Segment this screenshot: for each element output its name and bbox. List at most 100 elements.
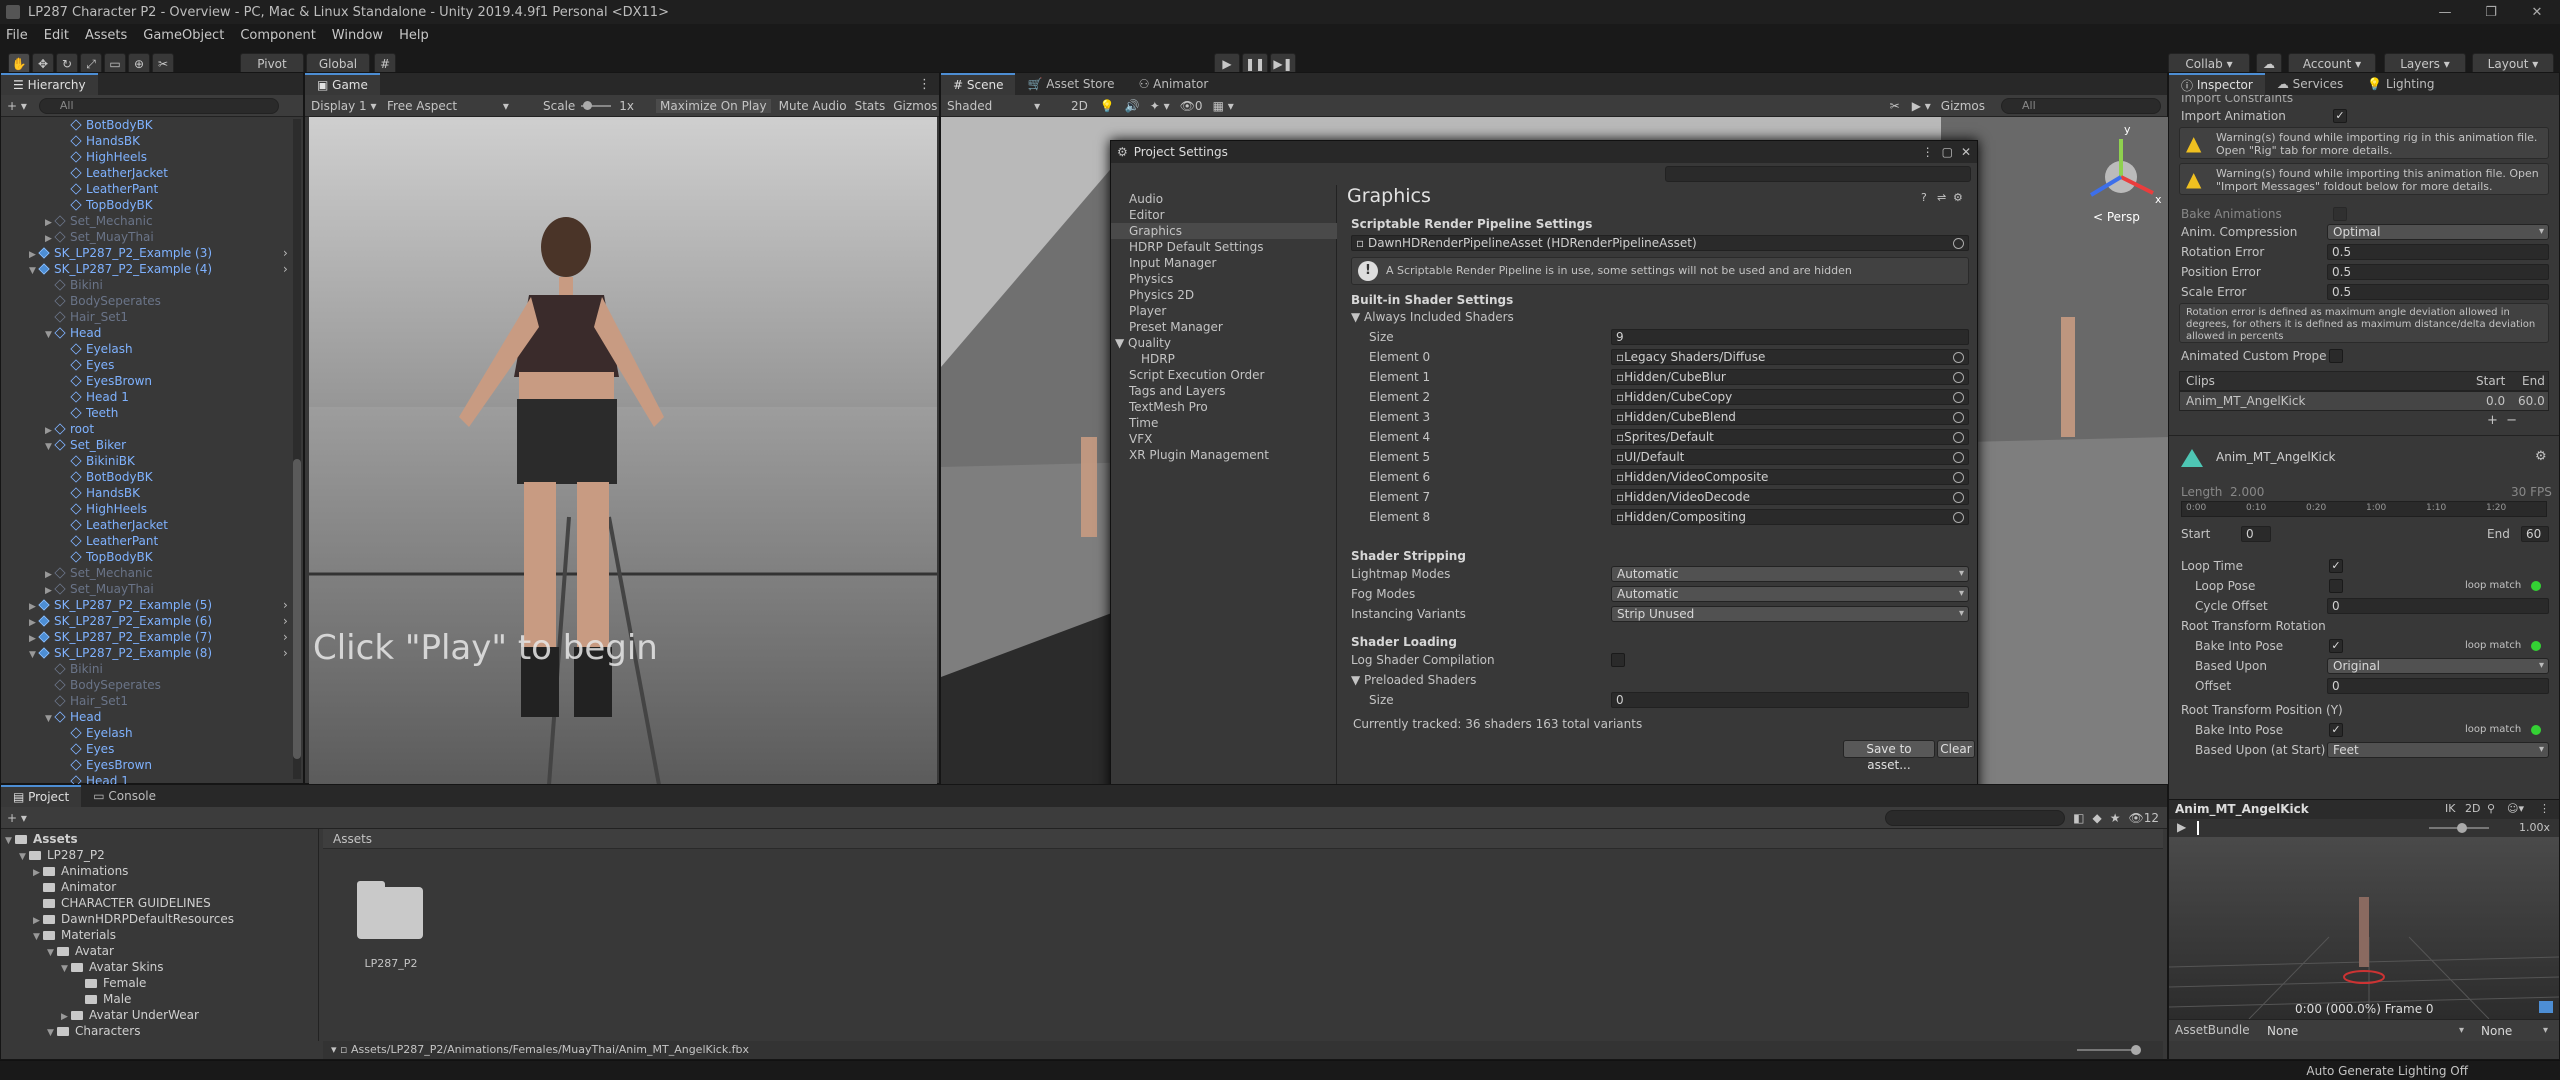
bake-pose-pos-checkbox[interactable]: ✓ (2329, 723, 2343, 737)
shader-picker-icon[interactable] (1953, 412, 1964, 423)
hierarchy-item[interactable]: Hair_Set1 (45, 693, 128, 709)
log-shader-checkbox[interactable] (1611, 653, 1625, 667)
create-icon[interactable]: + ▾ (7, 99, 27, 113)
project-folder-item[interactable]: ▼ Characters (47, 1023, 141, 1039)
always-size-field[interactable]: 9 (1611, 329, 1969, 345)
shader-picker-icon[interactable] (1953, 432, 1964, 443)
loop-pose-checkbox[interactable] (2329, 579, 2343, 593)
hierarchy-item[interactable]: ▼ Set_Biker (45, 437, 126, 453)
ps-nav-time[interactable]: Time (1129, 415, 1337, 431)
camera-icon[interactable]: ▶ ▾ (1912, 99, 1931, 113)
element-shader-field[interactable]: ▫Hidden/CubeBlend (1611, 409, 1969, 425)
tab-scene[interactable]: # Scene (941, 73, 1016, 95)
ps-nav-hdrp-default-settings[interactable]: HDRP Default Settings (1129, 239, 1337, 255)
hierarchy-item[interactable]: BodySeperates (45, 677, 161, 693)
ps-nav-vfx[interactable]: VFX (1129, 431, 1337, 447)
hierarchy-item[interactable]: Bikini (45, 661, 103, 677)
menu-window[interactable]: Window (332, 28, 383, 43)
loop-time-checkbox[interactable]: ✓ (2329, 559, 2343, 573)
foldout-arrow-icon[interactable]: ▼ (29, 263, 39, 279)
position-error-field[interactable]: 0.5 (2327, 264, 2549, 280)
srp-picker-icon[interactable] (1953, 238, 1964, 249)
game-menu-icon[interactable]: ⋮ (910, 73, 939, 95)
hierarchy-item[interactable]: ▶ Set_MuayThai (45, 581, 154, 597)
hierarchy-item[interactable]: ▶ root (45, 421, 94, 437)
shader-picker-icon[interactable] (1953, 352, 1964, 363)
add-clip-button[interactable]: + (2487, 413, 2498, 428)
ps-maximize-icon[interactable]: ▢ (1942, 145, 1953, 159)
search-by-label-icon[interactable]: ◆ (2092, 811, 2101, 825)
lightmap-modes-dropdown[interactable]: Automatic (1611, 566, 1969, 582)
ps-nav-script-execution-order[interactable]: Script Execution Order (1129, 367, 1337, 383)
clear-button[interactable]: Clear (1937, 740, 1975, 758)
tab-lighting[interactable]: 💡 Lighting (2355, 73, 2446, 95)
clip-settings-icon[interactable]: ⚙ (2535, 449, 2547, 464)
project-folder-item[interactable]: ▶ DawnHDRPDefaultResources (33, 911, 234, 927)
project-folder-item[interactable]: ▼ LP287_P2 (19, 847, 105, 863)
hierarchy-item[interactable]: TopBodyBK (61, 549, 153, 565)
search-by-type-icon[interactable]: ◧ (2073, 811, 2084, 825)
hidden-packages-count[interactable]: 👁12 (2128, 811, 2159, 825)
folder-foldout-icon[interactable]: ▼ (19, 849, 29, 865)
project-folder-item[interactable]: CHARACTER GUIDELINES (33, 895, 211, 911)
hierarchy-item[interactable]: Eyelash (61, 341, 133, 357)
hierarchy-item[interactable]: HighHeels (61, 149, 147, 165)
foldout-arrow-icon[interactable]: ▼ (45, 711, 55, 727)
menu-assets[interactable]: Assets (85, 28, 127, 43)
hierarchy-item[interactable]: ▶ SK_LP287_P2_Example (7) › (29, 629, 288, 645)
quality-foldout-icon[interactable]: ▼ (1115, 336, 1128, 350)
scene-tools-icon[interactable]: ✂ (1890, 99, 1900, 113)
ps-nav-editor[interactable]: Editor (1129, 207, 1337, 223)
folder-foldout-icon[interactable]: ▼ (47, 945, 57, 961)
remove-clip-button[interactable]: − (2506, 413, 2517, 428)
animation-preview-viewport[interactable]: 0:00 (000.0%) Frame 0 (2169, 837, 2559, 1019)
preview-2d-toggle[interactable]: 2D (2465, 802, 2480, 815)
ps-nav-xr-plugin-management[interactable]: XR Plugin Management (1129, 447, 1337, 463)
tab-console[interactable]: ▭ Console (81, 785, 168, 807)
element-shader-field[interactable]: ▫Hidden/CubeBlur (1611, 369, 1969, 385)
scene-gizmos-dropdown[interactable]: Gizmos (1941, 99, 1985, 113)
hidden-objects-icon[interactable]: 👁0 (1180, 99, 1203, 113)
element-shader-field[interactable]: ▫Hidden/VideoComposite (1611, 469, 1969, 485)
scene-search-input[interactable]: All (2001, 97, 2161, 114)
ps-search-input[interactable] (1665, 166, 1971, 182)
element-shader-field[interactable]: ▫UI/Default (1611, 449, 1969, 465)
help-icon[interactable]: ? (1921, 191, 1927, 204)
preview-avatar-icon[interactable]: ☺▾ (2507, 802, 2524, 815)
prefab-open-icon[interactable]: › (283, 597, 288, 613)
hierarchy-item[interactable]: Teeth (61, 405, 118, 421)
import-animation-checkbox[interactable]: ✓ (2333, 109, 2347, 123)
clip-timeline[interactable]: 0:00 0:10 0:20 1:00 1:10 1:20 (2181, 501, 2547, 517)
element-shader-field[interactable]: ▫Hidden/VideoDecode (1611, 489, 1969, 505)
stats-toggle[interactable]: Stats (855, 99, 886, 113)
preset-icon[interactable]: ⇌ (1937, 191, 1946, 204)
hierarchy-item[interactable]: ▶ Set_MuayThai (45, 229, 154, 245)
save-to-asset-button[interactable]: Save to asset... (1843, 740, 1935, 772)
maximize-on-play-toggle[interactable]: Maximize On Play (656, 98, 771, 113)
game-gizmos-dropdown[interactable]: Gizmos (893, 99, 937, 113)
scene-audio-icon[interactable]: 🔊 (1125, 99, 1140, 113)
hierarchy-item[interactable]: LeatherPant (61, 181, 158, 197)
close-icon[interactable]: ✕ (2514, 5, 2560, 20)
shading-dropdown[interactable]: Shaded ▾ (947, 99, 1063, 113)
asset-folder-lp287[interactable] (353, 881, 429, 945)
hierarchy-item[interactable]: ▶ SK_LP287_P2_Example (6) › (29, 613, 288, 629)
hierarchy-item[interactable]: ▶ Set_Mechanic (45, 213, 153, 229)
hierarchy-item[interactable]: LeatherJacket (61, 165, 168, 181)
element-shader-field[interactable]: ▫Hidden/Compositing (1611, 509, 1969, 525)
project-folder-item[interactable]: ▶ Animations (33, 863, 128, 879)
hierarchy-scrollbar[interactable] (293, 119, 301, 779)
prefab-open-icon[interactable]: › (283, 613, 288, 629)
element-shader-field[interactable]: ▫Sprites/Default (1611, 429, 1969, 445)
project-folder-item[interactable]: ▼ Avatar Skins (61, 959, 164, 975)
hierarchy-item[interactable]: LeatherPant (61, 533, 158, 549)
ps-nav-input-manager[interactable]: Input Manager (1129, 255, 1337, 271)
project-folder-item[interactable]: ▼ Assets (5, 831, 78, 847)
ps-nav-preset-manager[interactable]: Preset Manager (1129, 319, 1337, 335)
ps-nav-physics[interactable]: Physics (1129, 271, 1337, 287)
ps-nav-hdrp[interactable]: HDRP (1141, 351, 1337, 367)
hierarchy-item[interactable]: ▼ SK_LP287_P2_Example (4) › (29, 261, 288, 279)
start-field[interactable]: 0 (2241, 526, 2271, 542)
foldout-arrow-icon[interactable]: ▼ (45, 327, 55, 343)
tab-services[interactable]: ☁ Services (2265, 73, 2355, 95)
